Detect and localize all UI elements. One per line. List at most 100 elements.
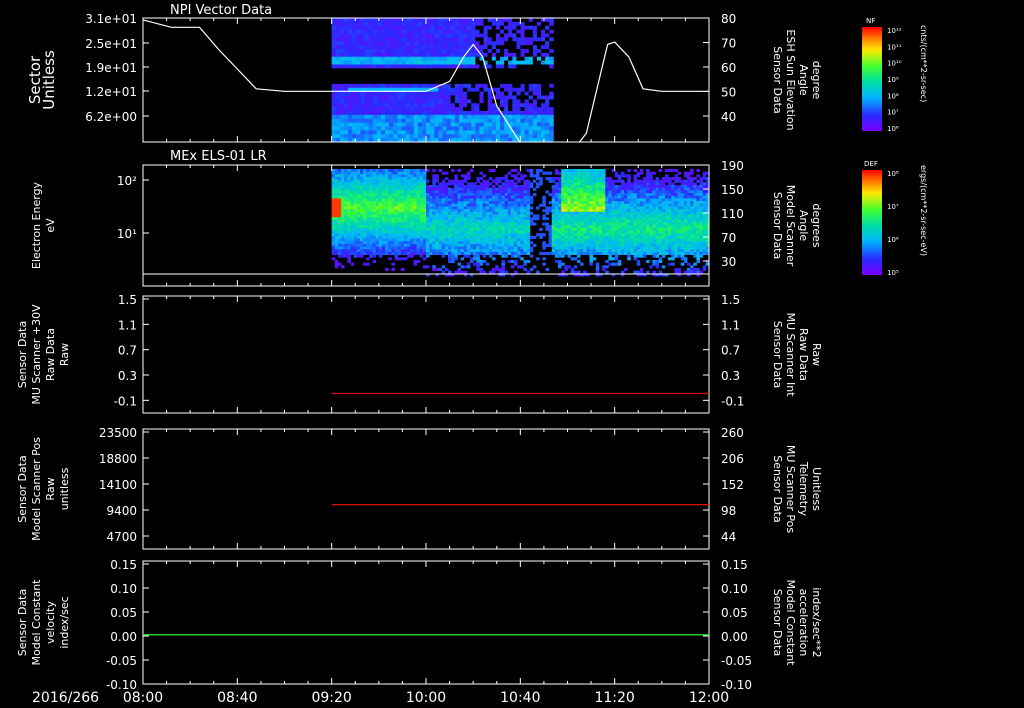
npi-cell (487, 95, 493, 100)
els-cell (381, 230, 386, 234)
els-cell (652, 187, 656, 191)
npi-cell (413, 122, 419, 127)
els-cell (627, 193, 631, 197)
els-cell (429, 217, 433, 221)
npi-cell (458, 80, 464, 85)
els-cell (485, 211, 490, 215)
els-cell (463, 222, 468, 226)
els-cell (498, 177, 502, 181)
els-cell (353, 193, 358, 197)
els-cell (580, 195, 584, 199)
els-cell (388, 246, 392, 250)
els-cell (438, 227, 443, 231)
els-cell (479, 270, 483, 274)
npi-cell (450, 25, 456, 31)
els-cell (504, 241, 509, 245)
npi-cell (335, 64, 341, 69)
els-cell (630, 198, 634, 202)
els-cell (586, 230, 590, 234)
els-cell (416, 182, 421, 186)
npi-cell (352, 83, 357, 89)
els-cell (646, 227, 650, 231)
els-cell (639, 217, 644, 221)
els-cell (580, 177, 584, 181)
els-cell (589, 233, 594, 237)
els-cell (391, 190, 395, 194)
els-cell (586, 243, 590, 247)
els-cell (589, 235, 594, 239)
els-cell (523, 249, 528, 253)
els-cell (344, 230, 348, 234)
els-cell (353, 201, 358, 205)
npi-cell (532, 60, 538, 65)
els-cell (375, 227, 380, 231)
npi-cell (541, 56, 546, 62)
els-cell (586, 222, 590, 226)
els-cell (410, 254, 414, 258)
els-cell (454, 211, 458, 215)
npi-cell (401, 60, 406, 65)
npi-cell (524, 99, 530, 104)
els-cell (419, 222, 424, 226)
els-cell (488, 203, 493, 207)
els-cell (381, 246, 386, 250)
npi-cell (401, 41, 406, 46)
npi-cell (360, 45, 365, 50)
els-cell (576, 219, 581, 223)
els-cell (391, 203, 395, 207)
npi-cell (372, 60, 378, 65)
els-cell (580, 238, 584, 242)
els-cell (363, 179, 367, 183)
npi-cell (536, 64, 542, 69)
els-cell (529, 169, 534, 173)
els-cell (466, 177, 471, 181)
els-cell (532, 217, 537, 221)
els-cell (558, 211, 562, 215)
els-cell (570, 203, 575, 207)
els-cell (435, 251, 439, 255)
npi-cell (442, 33, 448, 38)
els-cell (652, 241, 656, 245)
npi-cell (512, 64, 517, 69)
npi-cell (335, 33, 341, 38)
npi-cell (545, 126, 550, 131)
els-cell (366, 201, 370, 205)
els-cell (391, 217, 395, 221)
els-cell (466, 206, 471, 210)
els-cell (488, 214, 493, 218)
els-cell (652, 238, 656, 242)
els-cell (369, 214, 373, 218)
els-cell (391, 179, 395, 183)
els-cell (570, 227, 575, 231)
npi-cell (343, 107, 349, 112)
els-cell (334, 214, 339, 218)
els-cell (583, 187, 587, 191)
npi-cell (397, 80, 402, 85)
els-cell (624, 235, 628, 239)
npi-cell (520, 114, 526, 120)
els-cell (337, 222, 342, 226)
els-cell (554, 169, 559, 173)
els-cell (501, 195, 506, 199)
els-cell (372, 225, 377, 229)
els-cell (624, 190, 628, 194)
npi-cell (520, 95, 526, 100)
els-cell (529, 235, 534, 239)
els-cell (356, 201, 361, 205)
els-cell (633, 182, 638, 186)
npi-cell (352, 56, 357, 62)
els-cell (448, 230, 452, 234)
npi-cell (467, 52, 472, 58)
els-cell (337, 243, 342, 247)
els-cell (510, 219, 515, 223)
els-cell (488, 211, 493, 215)
npi-cell (331, 122, 337, 127)
npi-cell (454, 41, 460, 46)
els-cell (554, 222, 559, 226)
els-cell (570, 206, 575, 210)
els-cell (554, 225, 559, 229)
els-cell (633, 270, 638, 274)
els-cell (617, 198, 622, 202)
els-cell (334, 227, 339, 231)
els-cell (426, 249, 430, 253)
